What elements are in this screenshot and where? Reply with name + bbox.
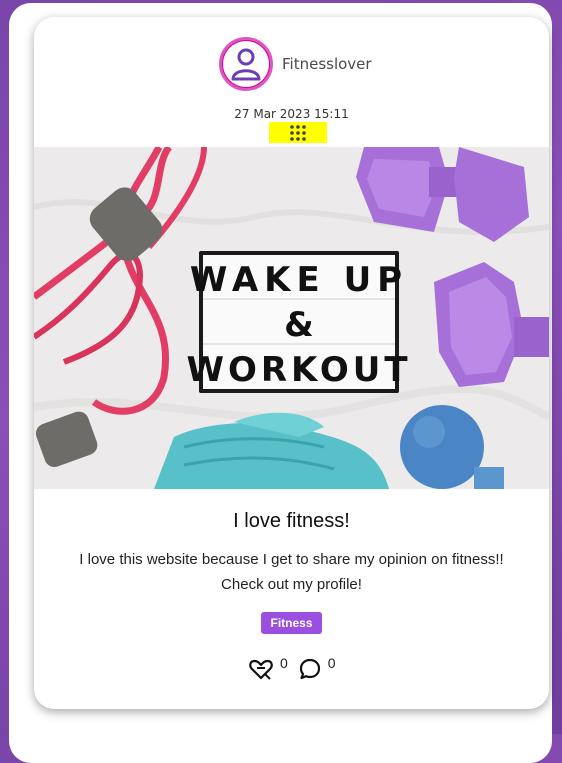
post-stats: 0 0: [248, 655, 336, 683]
drag-handle[interactable]: [269, 122, 327, 143]
svg-text:WAKE UP: WAKE UP: [190, 260, 408, 300]
username[interactable]: Fitnesslover: [282, 55, 372, 73]
comment-count: 0: [327, 655, 336, 671]
drag-handle-icon: [290, 124, 306, 141]
svg-text:WORKOUT: WORKOUT: [186, 350, 411, 390]
post-card: Fitnesslover 27 Mar 2023 15:11 WAKE UP &…: [34, 17, 549, 709]
category-tag[interactable]: Fitness: [261, 612, 322, 634]
comment-button[interactable]: 0: [298, 655, 336, 681]
comment-icon: [299, 658, 320, 680]
heart-like-icon: [249, 659, 273, 680]
page-card: Fitnesslover 27 Mar 2023 15:11 WAKE UP &…: [9, 3, 552, 763]
post-title: I love fitness!: [233, 510, 350, 532]
post-timestamp: 27 Mar 2023 15:11: [234, 107, 349, 121]
post-image: WAKE UP & WORKOUT: [34, 147, 549, 489]
like-count: 0: [280, 655, 288, 671]
user-icon: [231, 48, 261, 81]
like-button[interactable]: 0: [248, 655, 288, 681]
svg-text:&: &: [284, 305, 314, 345]
lightbox-sign: WAKE UP & WORKOUT: [186, 251, 411, 393]
post-body: I love this website because I get to sha…: [79, 551, 504, 593]
avatar[interactable]: [219, 37, 273, 91]
